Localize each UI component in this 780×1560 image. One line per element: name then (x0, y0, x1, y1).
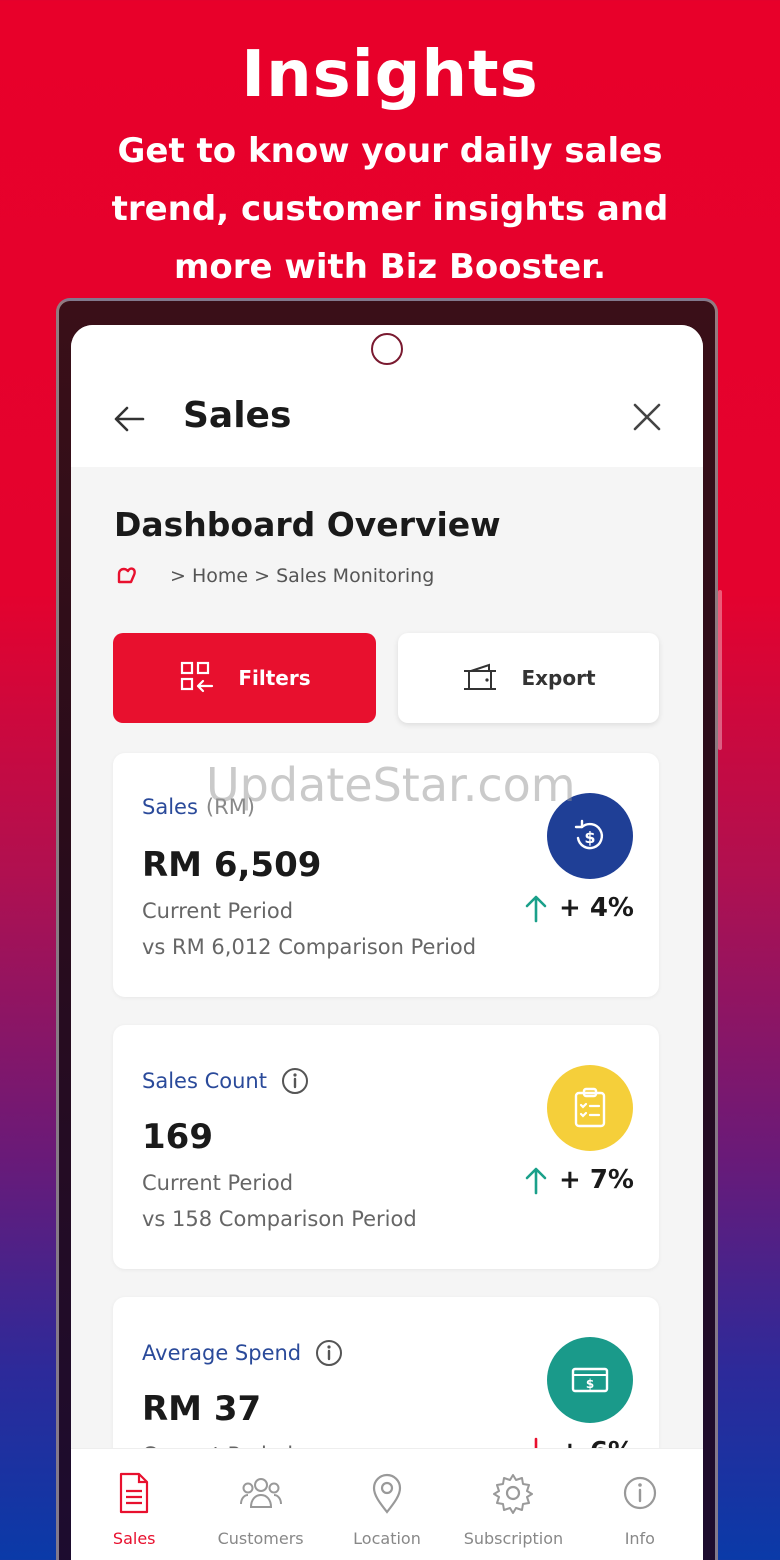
users-icon (239, 1478, 282, 1508)
arrow-left-icon (114, 406, 145, 432)
nav-label: Location (353, 1529, 421, 1548)
promo-title: Insights (241, 38, 539, 112)
close-button[interactable] (629, 399, 665, 435)
breadcrumb: > Home > Sales Monitoring (114, 563, 434, 589)
app-bar-title: Sales (183, 395, 292, 436)
phone-side-button (718, 590, 722, 750)
card-label: Sales Count (142, 1067, 309, 1095)
dollar-refresh-icon: $ (574, 819, 603, 850)
location-pin-icon (372, 1473, 402, 1514)
nav-customers[interactable]: Customers (197, 1449, 323, 1560)
cash-icon: $ (571, 1367, 609, 1393)
page-title: Dashboard Overview (114, 505, 501, 544)
nav-info[interactable]: Info (577, 1449, 703, 1560)
svg-text:$: $ (586, 1377, 594, 1391)
svg-text:$: $ (584, 828, 595, 847)
average-spend-value: RM 37 (142, 1389, 262, 1429)
sales-count-period: Current Period (142, 1171, 294, 1195)
info-icon (623, 1476, 656, 1510)
promo-subtitle: Get to know your daily sales trend, cust… (111, 131, 669, 287)
average-spend-badge: $ (547, 1337, 633, 1423)
sales-value: RM 6,509 (142, 845, 322, 885)
filter-scan-icon (181, 661, 214, 693)
card-label: Average Spend (142, 1339, 343, 1367)
sales-period: Current Period (142, 899, 294, 923)
filters-label: Filters (238, 666, 311, 690)
sales-trend: + 4% (523, 893, 643, 923)
document-icon (120, 1472, 149, 1514)
gear-icon (493, 1474, 534, 1514)
info-icon[interactable] (281, 1067, 309, 1095)
sales-trend-value: + 4% (559, 893, 634, 923)
breadcrumb-text[interactable]: > Home > Sales Monitoring (170, 565, 434, 587)
sales-label: Sales (142, 795, 198, 819)
sales-count-trend-value: + 7% (559, 1165, 634, 1195)
nav-sales[interactable]: Sales (71, 1449, 197, 1560)
back-button[interactable] (109, 399, 149, 439)
phone-screen: Sales Dashboard Overview > Home > Sales … (71, 325, 703, 1560)
export-button[interactable]: Export (398, 633, 659, 723)
sales-count-compare: vs 158 Comparison Period (142, 1207, 417, 1231)
export-icon (464, 663, 497, 690)
camera-cutout (371, 333, 403, 365)
nav-label: Customers (217, 1529, 304, 1548)
sales-count-value: 169 (142, 1117, 213, 1157)
sales-count-card[interactable]: Sales Count 169 Current Period vs 158 Co… (113, 1025, 659, 1269)
app-bar: Sales (71, 325, 703, 467)
filters-button[interactable]: Filters (113, 633, 376, 723)
export-label: Export (521, 666, 596, 690)
trend-up-icon (525, 1167, 547, 1195)
average-spend-label: Average Spend (142, 1341, 302, 1365)
sales-compare: vs RM 6,012 Comparison Period (142, 935, 477, 959)
info-icon[interactable] (315, 1339, 343, 1367)
sales-count-trend: + 7% (523, 1165, 643, 1195)
trend-up-icon (525, 895, 547, 923)
bottom-nav: Sales Customers Location Subscription In… (71, 1448, 703, 1560)
sales-count-badge (547, 1065, 633, 1151)
watermark: UpdateStar.com (206, 758, 576, 812)
nav-label: Info (624, 1529, 655, 1548)
nav-label: Subscription (463, 1529, 564, 1548)
nav-location[interactable]: Location (324, 1449, 450, 1560)
home-icon[interactable] (114, 563, 140, 589)
nav-subscription[interactable]: Subscription (450, 1449, 576, 1560)
nav-label: Sales (112, 1529, 156, 1548)
close-icon (633, 403, 661, 431)
clipboard-check-icon (574, 1087, 606, 1128)
sales-count-label: Sales Count (142, 1069, 267, 1093)
